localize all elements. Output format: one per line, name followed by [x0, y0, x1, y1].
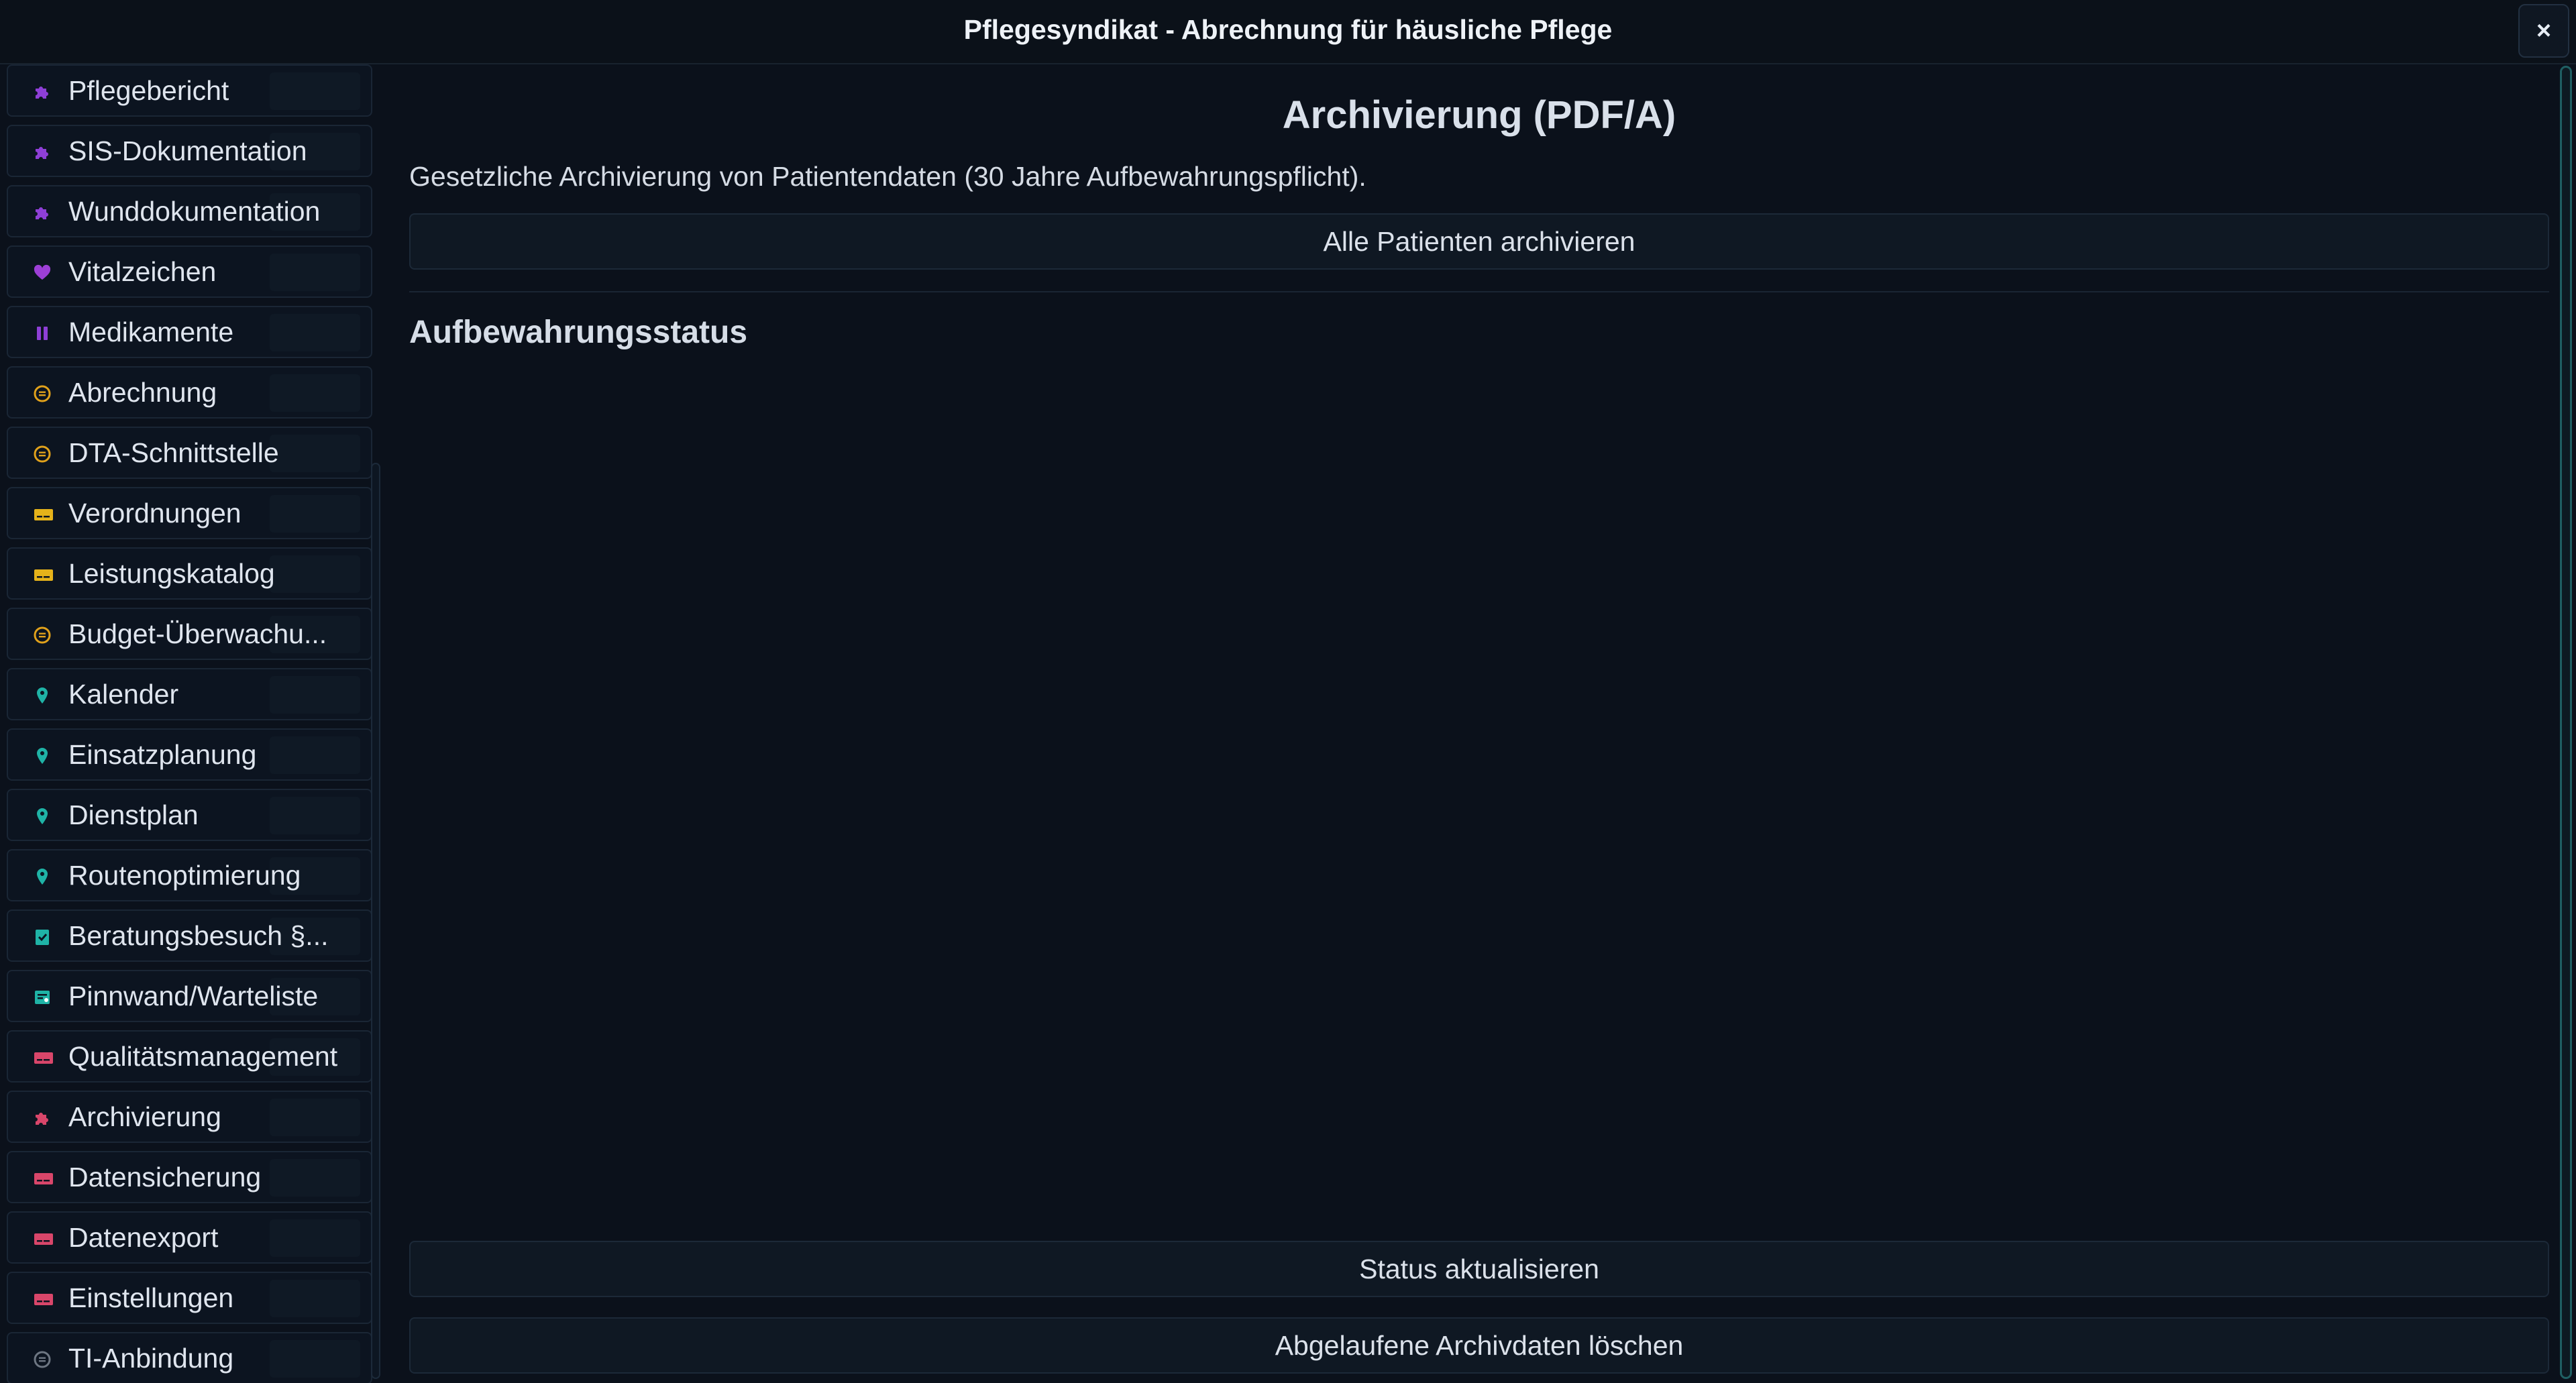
sidebar-item-shade — [270, 1280, 360, 1317]
coin-icon — [34, 385, 51, 402]
sidebar-item-shade — [270, 1219, 360, 1257]
puzzle-icon — [34, 83, 51, 101]
sidebar-item-label: Pinnwand/Warteliste — [68, 981, 319, 1011]
sidebar: Pflegebericht SIS-Dokumentation Wunddokume… — [0, 64, 389, 1383]
sidebar-item-pflegebericht[interactable]: Pflegebericht — [7, 64, 372, 117]
sidebar-item-label: Verordnungen — [68, 498, 241, 529]
puzzle-icon — [34, 204, 51, 221]
close-button[interactable]: × — [2518, 4, 2569, 58]
sidebar-item-label: TI-Anbindung — [68, 1343, 234, 1374]
sidebar-item-datensicherung[interactable]: Datensicherung — [7, 1151, 372, 1203]
sidebar-item-label: Datenexport — [68, 1222, 219, 1253]
sidebar-item-shade — [270, 1099, 360, 1136]
sidebar-item-shade — [270, 374, 360, 412]
window-title: Pflegesyndikat - Abrechnung für häuslich… — [963, 14, 1613, 45]
pin-icon — [34, 868, 51, 885]
sidebar-item-budget-überwachu[interactable]: Budget-Überwachu... — [7, 608, 372, 660]
pin-icon — [34, 808, 51, 825]
clipboard-check-icon — [34, 928, 51, 946]
puzzle-icon — [34, 1109, 51, 1127]
pin-icon — [34, 687, 51, 704]
sidebar-item-label: Einsatzplanung — [68, 739, 257, 770]
puzzle-icon — [34, 144, 51, 161]
sidebar-item-shade — [270, 736, 360, 774]
sidebar-item-einstellungen[interactable]: Einstellungen — [7, 1272, 372, 1324]
sidebar-item-archivierung[interactable]: Archivierung — [7, 1091, 372, 1143]
section-divider — [409, 291, 2549, 292]
sidebar-item-label: Budget-Überwachu... — [68, 618, 327, 649]
sidebar-item-pinnwand-warteliste[interactable]: Pinnwand/Warteliste — [7, 970, 372, 1022]
card-icon — [34, 1049, 53, 1066]
sidebar-item-leistungskatalog[interactable]: Leistungskatalog — [7, 547, 372, 600]
sidebar-item-label: Routenoptimierung — [68, 860, 301, 891]
sidebar-item-kalender[interactable]: Kalender — [7, 668, 372, 720]
title-bar: Pflegesyndikat - Abrechnung für häuslich… — [0, 0, 2576, 64]
sidebar-item-label: Leistungskatalog — [68, 558, 275, 589]
delete-expired-archive-button[interactable]: Abgelaufene Archivdaten löschen — [409, 1317, 2549, 1374]
sidebar-item-label: Kalender — [68, 679, 179, 710]
sidebar-item-qualitätsmanagement[interactable]: Qualitätsmanagement — [7, 1030, 372, 1083]
sidebar-item-label: Pflegebericht — [68, 75, 229, 106]
card-icon — [34, 566, 53, 584]
sidebar-item-label: Dienstplan — [68, 799, 199, 830]
sidebar-item-verordnungen[interactable]: Verordnungen — [7, 487, 372, 539]
sidebar-item-vitalzeichen[interactable]: Vitalzeichen — [7, 245, 372, 298]
sidebar-item-shade — [270, 495, 360, 533]
card-icon — [34, 506, 53, 523]
sidebar-item-label: Qualitätsmanagement — [68, 1041, 338, 1072]
card-icon — [34, 1230, 53, 1248]
sidebar-item-shade — [270, 1159, 360, 1197]
sidebar-item-shade — [270, 1340, 360, 1378]
sidebar-item-sis-dokumentation[interactable]: SIS-Dokumentation — [7, 125, 372, 177]
sidebar-item-shade — [270, 314, 360, 351]
card-icon — [34, 1170, 53, 1187]
coin-icon — [34, 1351, 51, 1368]
coin-icon — [34, 626, 51, 644]
coin-icon — [34, 445, 51, 463]
archive-all-patients-button[interactable]: Alle Patienten archivieren — [409, 213, 2549, 270]
note-icon — [34, 989, 51, 1006]
sidebar-item-label: Archivierung — [68, 1101, 221, 1132]
refresh-status-button[interactable]: Status aktualisieren — [409, 1241, 2549, 1297]
sidebar-item-shade — [270, 676, 360, 714]
sidebar-item-shade — [270, 72, 360, 110]
sidebar-item-label: Wunddokumentation — [68, 196, 321, 227]
sidebar-item-label: Medikamente — [68, 317, 234, 347]
retention-status-heading: Aufbewahrungsstatus — [409, 315, 748, 350]
pin-icon — [34, 747, 51, 765]
sidebar-item-beratungsbesuch[interactable]: Beratungsbesuch §... — [7, 909, 372, 962]
sidebar-item-label: Vitalzeichen — [68, 256, 217, 287]
sidebar-item-label: Abrechnung — [68, 377, 217, 408]
sidebar-item-dta-schnittstelle[interactable]: DTA-Schnittstelle — [7, 427, 372, 479]
sidebar-item-abrechnung[interactable]: Abrechnung — [7, 366, 372, 419]
sidebar-item-shade — [270, 797, 360, 834]
sidebar-item-shade — [270, 435, 360, 472]
page-description: Gesetzliche Archivierung von Patientenda… — [409, 161, 1366, 192]
sidebar-item-datenexport[interactable]: Datenexport — [7, 1211, 372, 1264]
sidebar-scrollbar[interactable] — [371, 463, 380, 1379]
heart-icon — [34, 264, 51, 282]
sidebar-item-einsatzplanung[interactable]: Einsatzplanung — [7, 728, 372, 781]
sidebar-item-label: DTA-Schnittstelle — [68, 437, 279, 468]
sidebar-item-label: Beratungsbesuch §... — [68, 920, 329, 951]
sidebar-item-label: SIS-Dokumentation — [68, 135, 307, 166]
sidebar-item-shade — [270, 555, 360, 593]
sidebar-item-routenoptimierung[interactable]: Routenoptimierung — [7, 849, 372, 901]
sidebar-item-wunddokumentation[interactable]: Wunddokumentation — [7, 185, 372, 237]
pause-icon — [34, 325, 51, 342]
sidebar-item-ti-anbindung[interactable]: TI-Anbindung — [7, 1332, 372, 1383]
sidebar-item-medikamente[interactable]: Medikamente — [7, 306, 372, 358]
sidebar-item-label: Datensicherung — [68, 1162, 262, 1193]
page-title: Archivierung (PDF/A) — [1282, 93, 1676, 137]
main-scrollbar[interactable] — [2560, 66, 2572, 1379]
card-icon — [34, 1290, 53, 1308]
sidebar-item-dienstplan[interactable]: Dienstplan — [7, 789, 372, 841]
sidebar-item-shade — [270, 254, 360, 291]
sidebar-item-label: Einstellungen — [68, 1282, 234, 1313]
